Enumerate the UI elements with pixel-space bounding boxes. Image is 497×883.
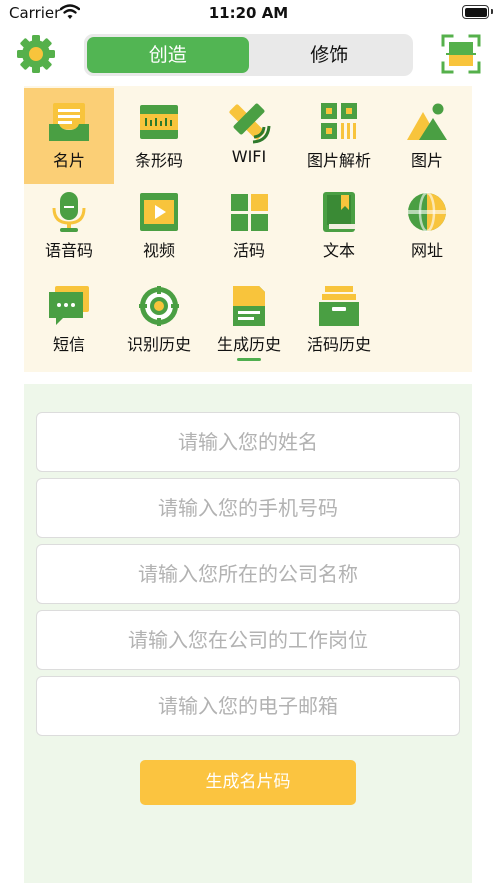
scan-frame-icon[interactable] <box>441 34 481 74</box>
wifi-icon <box>229 103 271 144</box>
grid-item-barcode[interactable]: 条形码 <box>114 100 204 171</box>
grid-item-business-card[interactable]: 名片 <box>24 88 114 184</box>
gear-icon[interactable] <box>14 32 58 76</box>
grid-item-scan-history[interactable]: 识别历史 <box>114 284 204 355</box>
grid-label: 语音码 <box>44 241 93 260</box>
phone-input[interactable] <box>37 479 459 537</box>
image-icon <box>407 103 447 140</box>
grid-item-voice-code[interactable]: 语音码 <box>24 190 114 261</box>
grid-item-sms[interactable]: 短信 <box>24 284 114 355</box>
function-grid: 名片 条形码 WIFI 图片解析 图片 语音码 视频 活码 文本 网址 短信 识… <box>24 86 472 372</box>
battery-icon <box>462 5 489 19</box>
grid-item-live-code[interactable]: 活码 <box>204 190 294 261</box>
grid-label: 网址 <box>410 241 443 260</box>
segment-decorate[interactable]: 修饰 <box>249 37 411 73</box>
email-field <box>36 676 460 736</box>
position-field <box>36 610 460 670</box>
grid-item-live-code-history[interactable]: 活码历史 <box>294 284 384 355</box>
mode-segmented-control: 创造 修饰 <box>84 34 413 76</box>
grid-label: 名片 <box>52 151 85 170</box>
grid-item-video[interactable]: 视频 <box>114 190 204 261</box>
status-bar: Carrier 11:20 AM <box>0 0 497 26</box>
grid-label: WIFI <box>231 147 267 166</box>
qr-parse-icon <box>321 103 357 139</box>
name-input[interactable] <box>37 413 459 471</box>
grid-item-wifi[interactable]: WIFI <box>204 100 294 166</box>
grid-item-text[interactable]: 文本 <box>294 190 384 261</box>
generate-card-code-button[interactable]: 生成名片码 <box>140 760 356 805</box>
grid-label: 视频 <box>142 241 175 260</box>
grid-item-image-parse[interactable]: 图片解析 <box>294 100 384 171</box>
battery-tip <box>491 9 493 14</box>
business-card-form: 生成名片码 <box>24 384 472 883</box>
grid-label: 文本 <box>322 241 355 260</box>
sms-icon <box>49 286 89 325</box>
grid-label: 短信 <box>52 335 85 354</box>
company-field <box>36 544 460 604</box>
grid-item-url[interactable]: 网址 <box>382 190 472 261</box>
business-card-icon <box>49 103 89 141</box>
active-item-indicator <box>237 358 261 361</box>
grid-label: 图片解析 <box>306 151 371 170</box>
barcode-icon <box>140 105 178 139</box>
grid-item-image[interactable]: 图片 <box>382 100 472 171</box>
globe-icon <box>408 191 446 233</box>
video-icon <box>140 193 178 231</box>
grid-label: 生成历史 <box>216 335 281 354</box>
position-input[interactable] <box>37 611 459 669</box>
scan-history-icon <box>139 286 179 326</box>
book-icon <box>323 192 355 232</box>
grid-label: 图片 <box>410 151 443 170</box>
grid-label: 识别历史 <box>126 335 191 354</box>
segment-create[interactable]: 创造 <box>87 37 249 73</box>
microphone-icon <box>52 192 86 232</box>
document-history-icon <box>233 286 265 326</box>
clock: 11:20 AM <box>208 4 289 22</box>
phone-field <box>36 478 460 538</box>
tiles-icon <box>231 194 268 231</box>
grid-label: 活码 <box>232 241 265 260</box>
archive-icon <box>319 286 359 326</box>
grid-label: 条形码 <box>134 151 183 170</box>
grid-item-generate-history[interactable]: 生成历史 <box>204 284 294 355</box>
email-input[interactable] <box>37 677 459 735</box>
name-field <box>36 412 460 472</box>
grid-label: 活码历史 <box>306 335 371 354</box>
company-input[interactable] <box>37 545 459 603</box>
